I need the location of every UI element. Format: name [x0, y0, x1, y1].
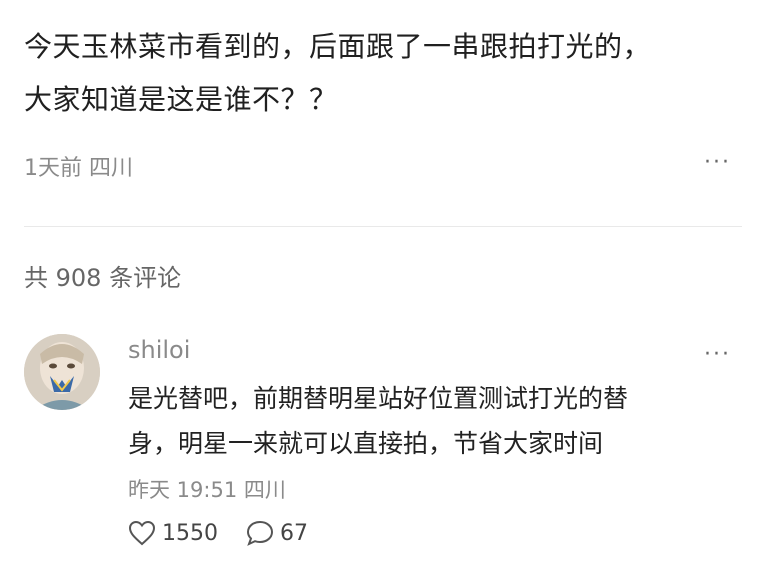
- post-body: 今天玉林菜市看到的，后面跟了一串跟拍打光的， 大家知道是这是谁不？？: [24, 20, 736, 126]
- comment-body: 是光替吧，前期替明星站好位置测试打光的替 身，明星一来就可以直接拍，节省大家时间: [128, 376, 708, 466]
- post-time: 1天前: [24, 156, 82, 181]
- comment-count: 共 908 条评论: [24, 264, 182, 292]
- post-location: 四川: [89, 156, 134, 181]
- divider: [24, 226, 742, 227]
- post-line-1: 今天玉林菜市看到的，后面跟了一串跟拍打光的，: [24, 30, 652, 63]
- post-more-button[interactable]: ···: [704, 150, 731, 175]
- comment-more-button[interactable]: ···: [704, 342, 731, 367]
- reply-count: 67: [280, 520, 308, 546]
- post-line-2: 大家知道是这是谁不？？: [24, 83, 338, 116]
- comment-bubble-icon: [246, 520, 274, 546]
- post-meta: 1天前 四川: [24, 150, 133, 182]
- like-count: 1550: [162, 520, 218, 546]
- comment-time: 昨天 19:51: [128, 478, 238, 502]
- comment-actions: 1550 67: [128, 520, 308, 546]
- comment-line-1: 是光替吧，前期替明星站好位置测试打光的替: [128, 384, 629, 413]
- like-button[interactable]: 1550: [128, 520, 218, 546]
- comment-meta: 昨天 19:51 四川: [128, 474, 286, 504]
- comment-location: 四川: [243, 478, 286, 502]
- comment-username[interactable]: shiloi: [128, 336, 190, 364]
- comment-line-2: 身，明星一来就可以直接拍，节省大家时间: [128, 429, 604, 458]
- heart-icon: [128, 520, 156, 546]
- avatar-image: [24, 334, 100, 410]
- avatar[interactable]: [24, 334, 100, 410]
- reply-button[interactable]: 67: [246, 520, 308, 546]
